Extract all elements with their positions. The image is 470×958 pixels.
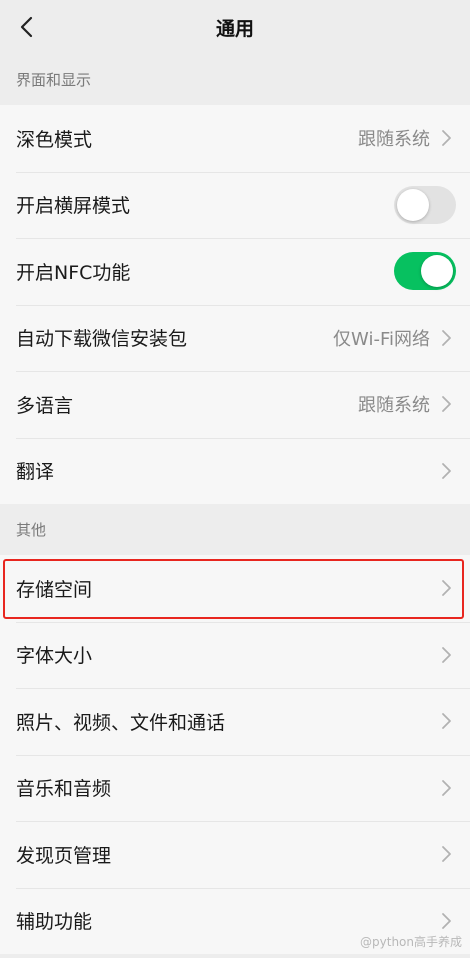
row-label: 自动下载微信安装包	[16, 328, 188, 351]
row-dark-mode[interactable]: 深色模式 跟随系统	[0, 105, 470, 172]
row-music-audio[interactable]: 音乐和音频	[0, 754, 470, 822]
row-value: 跟随系统	[358, 395, 430, 417]
row-label: 存储空间	[16, 578, 93, 601]
row-label: 多语言	[16, 394, 74, 417]
chevron-right-icon	[440, 462, 452, 480]
chevron-right-icon	[440, 579, 452, 597]
chevron-right-icon	[440, 912, 452, 930]
chevron-right-icon	[440, 329, 452, 347]
nfc-toggle[interactable]	[394, 252, 456, 291]
row-label: 音乐和音频	[16, 778, 112, 801]
row-font-size[interactable]: 字体大小	[0, 621, 470, 689]
row-label: 深色模式	[16, 128, 93, 151]
row-nfc: 开启NFC功能	[0, 238, 470, 305]
chevron-right-icon	[440, 395, 452, 413]
row-label: 字体大小	[16, 645, 93, 668]
section-header-display: 界面和显示	[16, 71, 92, 89]
settings-group-other: 存储空间 字体大小 照片、视频、文件和通话 音乐和音频 发现页管理 辅助功能	[0, 555, 470, 954]
section-header-other: 其他	[16, 521, 47, 539]
row-discover-manage[interactable]: 发现页管理	[0, 821, 470, 888]
chevron-right-icon	[440, 129, 452, 147]
chevron-right-icon	[440, 845, 452, 863]
row-label: 照片、视频、文件和通话	[16, 711, 226, 734]
row-media-calls[interactable]: 照片、视频、文件和通话	[0, 688, 470, 755]
settings-group-display: 深色模式 跟随系统 开启横屏模式 开启NFC功能 自动下载微信安装包 仅Wi-F…	[0, 105, 470, 504]
row-label: 发现页管理	[16, 844, 112, 867]
row-label: 翻译	[16, 461, 55, 484]
landscape-toggle[interactable]	[394, 185, 456, 224]
row-translate[interactable]: 翻译	[0, 437, 470, 505]
chevron-left-icon	[20, 16, 33, 38]
row-label: 开启NFC功能	[16, 261, 131, 284]
row-value: 仅Wi-Fi网络	[333, 328, 430, 350]
row-label: 开启横屏模式	[16, 195, 131, 218]
back-button[interactable]	[8, 9, 44, 45]
row-auto-download[interactable]: 自动下载微信安装包 仅Wi-Fi网络	[0, 304, 470, 372]
toggle-knob	[397, 188, 429, 221]
row-value: 跟随系统	[358, 129, 430, 151]
row-landscape-mode: 开启横屏模式	[0, 171, 470, 239]
chevron-right-icon	[440, 712, 452, 730]
chevron-right-icon	[440, 779, 452, 797]
row-language[interactable]: 多语言 跟随系统	[0, 371, 470, 438]
row-label: 辅助功能	[16, 911, 93, 934]
toggle-knob	[421, 255, 453, 288]
top-bar: 通用	[0, 0, 470, 54]
watermark: @python高手养成	[360, 935, 462, 949]
page-title: 通用	[215, 17, 254, 40]
row-storage[interactable]: 存储空间	[0, 555, 470, 622]
chevron-right-icon	[440, 646, 452, 664]
